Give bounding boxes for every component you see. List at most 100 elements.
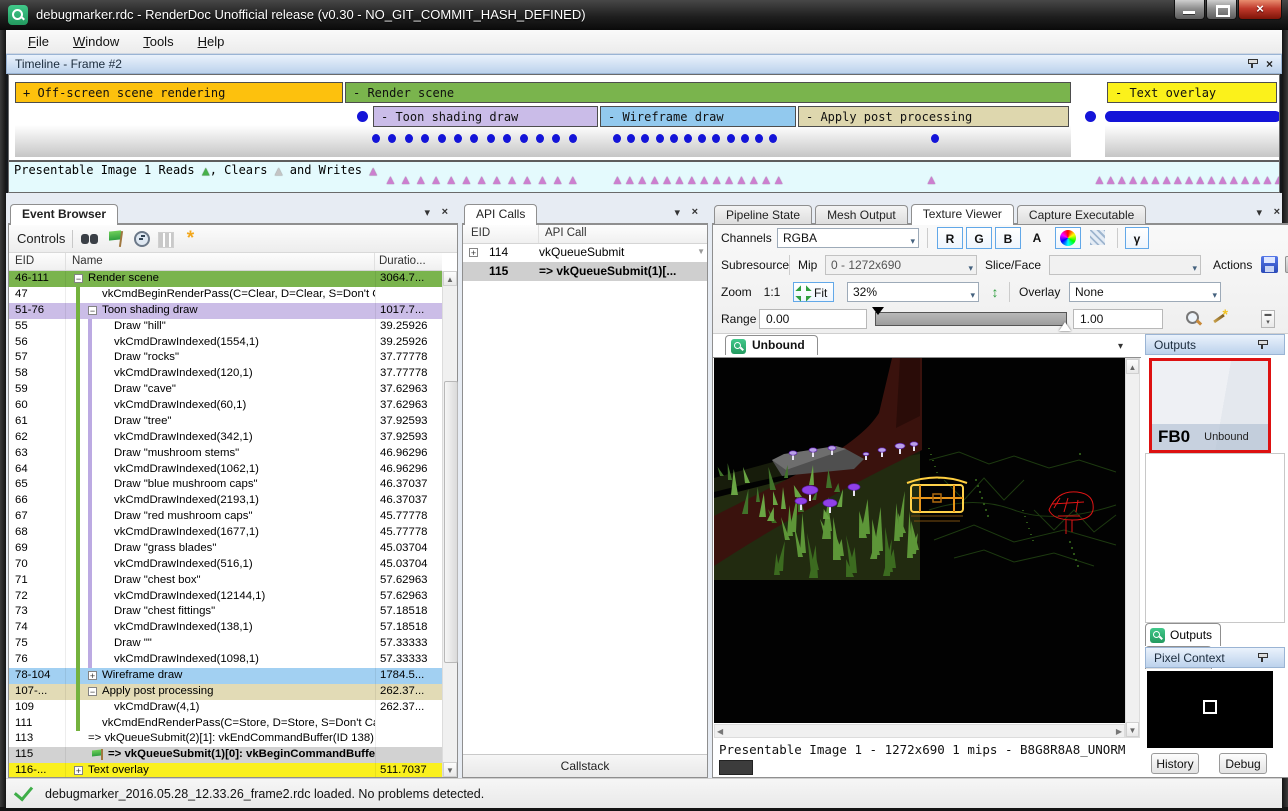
write-triangle-icon[interactable]: ▲ (661, 173, 674, 187)
event-dot[interactable] (405, 134, 413, 143)
jump-to-flag-icon[interactable] (106, 229, 126, 249)
tab-texture-viewer[interactable]: Texture Viewer (911, 204, 1014, 225)
event-dot[interactable] (1085, 111, 1096, 122)
custom-display-button[interactable] (1055, 227, 1081, 249)
event-dot[interactable] (372, 134, 380, 143)
tab-pipeline-state[interactable]: Pipeline State (714, 205, 812, 225)
event-row[interactable]: 73Draw "chest fittings"57.18518 (9, 604, 442, 620)
expand-toggle[interactable]: − (74, 274, 83, 283)
column-api-call[interactable]: API Call (539, 225, 707, 243)
event-dot[interactable] (656, 134, 664, 143)
time-durations-icon[interactable] (132, 229, 152, 249)
write-triangle-icon[interactable]: ▲ (710, 173, 723, 187)
timeline-marker-off-screen-scene-rendering[interactable]: + Off-screen scene rendering (15, 82, 343, 103)
event-dot[interactable] (931, 134, 939, 143)
zoom-percent-select[interactable]: 32%▾ (847, 282, 979, 302)
scroll-down-icon[interactable]: ▼ (443, 762, 457, 777)
write-triangle-icon[interactable]: ▲ (1272, 173, 1280, 187)
event-row[interactable]: 74vkCmdDrawIndexed(138,1)57.18518 (9, 620, 442, 636)
tab-outputs[interactable]: Outputs (1145, 623, 1221, 646)
write-triangle-icon[interactable]: ▲ (636, 173, 649, 187)
timeline-marker-text-overlay[interactable]: - Text overlay (1107, 82, 1277, 103)
gamma-button[interactable]: γ (1125, 227, 1149, 249)
expand-toggle[interactable]: − (88, 306, 97, 315)
timeline-marker-apply-post-processing[interactable]: - Apply post processing (798, 106, 1069, 127)
texture-display[interactable] (714, 358, 1125, 723)
event-dot[interactable] (741, 134, 749, 143)
column-eid[interactable]: EID (9, 253, 66, 270)
channel-r-button[interactable]: R (937, 227, 963, 249)
scroll-up-icon[interactable]: ▲ (1126, 359, 1139, 374)
close-panel-icon[interactable]: × (1266, 58, 1273, 70)
write-triangle-icon[interactable]: ▲ (685, 173, 698, 187)
event-row[interactable]: 65Draw "blue mushroom caps"46.37037 (9, 477, 442, 493)
column-duration[interactable]: Duratio... (375, 253, 442, 270)
scroll-right-icon[interactable]: ▶ (1116, 727, 1122, 736)
event-dot[interactable] (670, 134, 678, 143)
write-triangle-icon[interactable]: ▲ (521, 173, 534, 187)
fb0-thumbnail[interactable]: FB0 Unbound (1149, 358, 1271, 453)
write-triangle-icon[interactable]: ▲ (445, 173, 458, 187)
callstack-section[interactable]: Callstack (463, 754, 707, 777)
write-triangle-icon[interactable]: ▲ (506, 173, 519, 187)
chevron-down-icon[interactable]: ▾ (674, 206, 680, 219)
event-row[interactable]: 116-...+Text overlay511.7037 (9, 763, 442, 777)
range-white-point-handle[interactable] (1059, 316, 1071, 331)
close-button[interactable]: × (1238, 0, 1282, 20)
write-triangle-icon[interactable]: ▲ (673, 173, 686, 187)
write-triangle-icon[interactable]: ▲ (747, 173, 760, 187)
event-row[interactable]: 111vkCmdEndRenderPass(C=Store, D=Store, … (9, 716, 442, 732)
write-triangle-icon[interactable]: ▲ (430, 173, 443, 187)
event-dot-run[interactable] (1105, 111, 1280, 122)
event-dot[interactable] (520, 134, 528, 143)
flip-y-button[interactable]: ↕ (985, 282, 1005, 302)
event-row[interactable]: 67Draw "red mushroom caps"45.77778 (9, 509, 442, 525)
event-row[interactable]: 55Draw "hill"39.25926 (9, 319, 442, 335)
tab-mesh-output[interactable]: Mesh Output (815, 205, 908, 225)
write-triangle-icon[interactable]: ▲ (460, 173, 473, 187)
event-row[interactable]: 63Draw "mushroom stems"46.96296 (9, 446, 442, 462)
event-dot[interactable] (684, 134, 692, 143)
write-triangle-icon[interactable]: ▲ (623, 173, 636, 187)
write-triangle-icon[interactable]: ▲ (698, 173, 711, 187)
zoom-fit-button[interactable]: Fit (793, 282, 834, 302)
event-dot[interactable] (438, 134, 446, 143)
pin-icon[interactable] (1257, 339, 1268, 351)
overlay-select[interactable]: None▾ (1069, 282, 1221, 302)
close-icon[interactable]: × (1274, 206, 1280, 218)
event-row[interactable]: 72vkCmdDrawIndexed(12144,1)57.62963 (9, 589, 442, 605)
range-slider[interactable] (875, 312, 1067, 326)
write-triangle-icon[interactable]: ▲ (399, 173, 412, 187)
write-triangle-icon[interactable]: ▲ (475, 173, 488, 187)
api-call-row[interactable]: 114+vkQueueSubmit (463, 243, 707, 262)
menu-window[interactable]: Window (63, 32, 129, 51)
alpha-checker-button[interactable] (1085, 227, 1111, 249)
bookmark-icon[interactable]: * (180, 229, 200, 249)
range-max-input[interactable]: 1.00 (1073, 309, 1163, 329)
scroll-down-icon[interactable]: ▼ (1126, 722, 1139, 737)
event-row[interactable]: 78-104+Wireframe draw1784.5... (9, 668, 442, 684)
write-triangle-icon[interactable]: ▲ (414, 173, 427, 187)
column-name[interactable]: Name (66, 253, 375, 270)
event-dot[interactable] (727, 134, 735, 143)
event-dot[interactable] (487, 134, 495, 143)
texture-vertical-scrollbar[interactable]: ▲ ▼ (1125, 358, 1140, 738)
event-row[interactable]: 68vkCmdDrawIndexed(1677,1)45.77778 (9, 525, 442, 541)
write-triangle-icon[interactable]: ▲ (566, 173, 579, 187)
tab-unbound[interactable]: Unbound (725, 335, 818, 355)
tab-api-calls[interactable]: API Calls (464, 204, 537, 225)
event-row[interactable]: 59Draw "cave"37.62963 (9, 382, 442, 398)
event-row[interactable]: 58vkCmdDrawIndexed(120,1)37.77778 (9, 366, 442, 382)
range-options-dropdown[interactable]: ▬▾ (1261, 310, 1275, 328)
close-icon[interactable]: × (692, 206, 698, 218)
event-row[interactable]: 70vkCmdDrawIndexed(516,1)45.03704 (9, 557, 442, 573)
zoom-1to1-button[interactable]: 1:1 (757, 282, 787, 302)
write-triangle-icon[interactable]: ▲ (760, 173, 773, 187)
menu-tools[interactable]: Tools (133, 32, 183, 51)
write-triangle-icon[interactable]: ▲ (723, 173, 736, 187)
expand-toggle[interactable]: + (469, 248, 478, 257)
event-row[interactable]: 57Draw "rocks"37.77778 (9, 350, 442, 366)
write-triangle-icon[interactable]: ▲ (384, 173, 397, 187)
write-triangle-icon[interactable]: ▲ (648, 173, 661, 187)
expand-toggle[interactable]: + (88, 671, 97, 680)
